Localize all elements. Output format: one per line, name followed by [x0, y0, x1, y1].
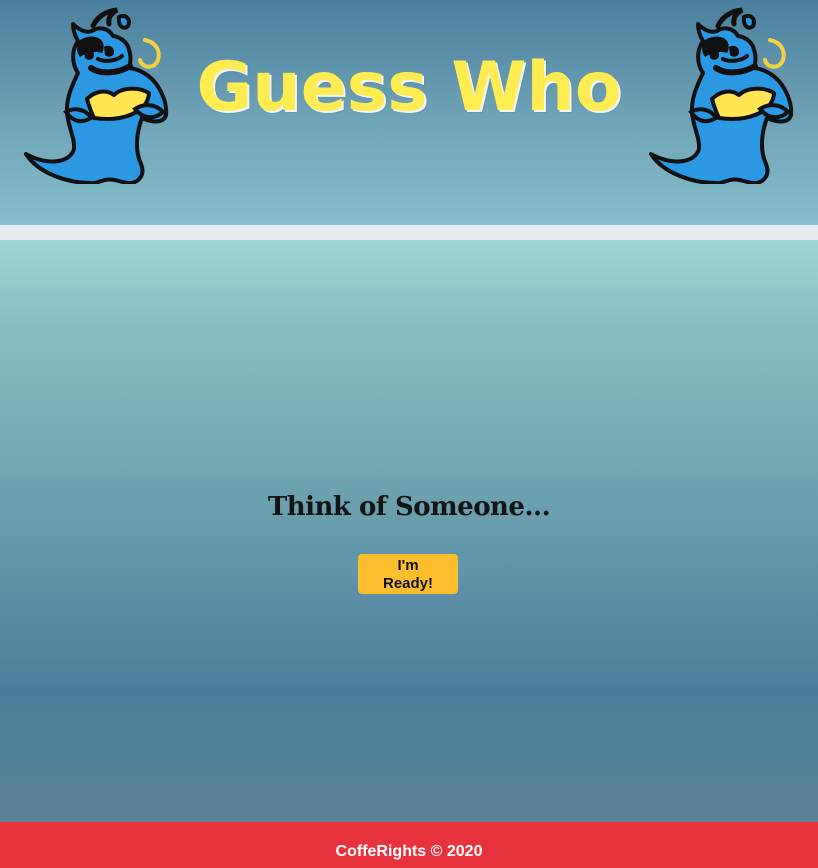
copyright-text: CoffeRights © 2020	[335, 843, 483, 860]
genie-icon	[649, 7, 794, 184]
header: Guess Who	[0, 0, 818, 225]
guess-who-page: Guess Who Think of Someone... I'm Ready!…	[0, 0, 818, 868]
game-area: Think of Someone... I'm Ready!	[0, 240, 818, 822]
think-prompt: Think of Someone...	[267, 492, 551, 522]
ready-button[interactable]: I'm Ready!	[358, 554, 458, 594]
header-divider	[0, 225, 818, 240]
footer: CoffeRights © 2020	[0, 822, 818, 868]
